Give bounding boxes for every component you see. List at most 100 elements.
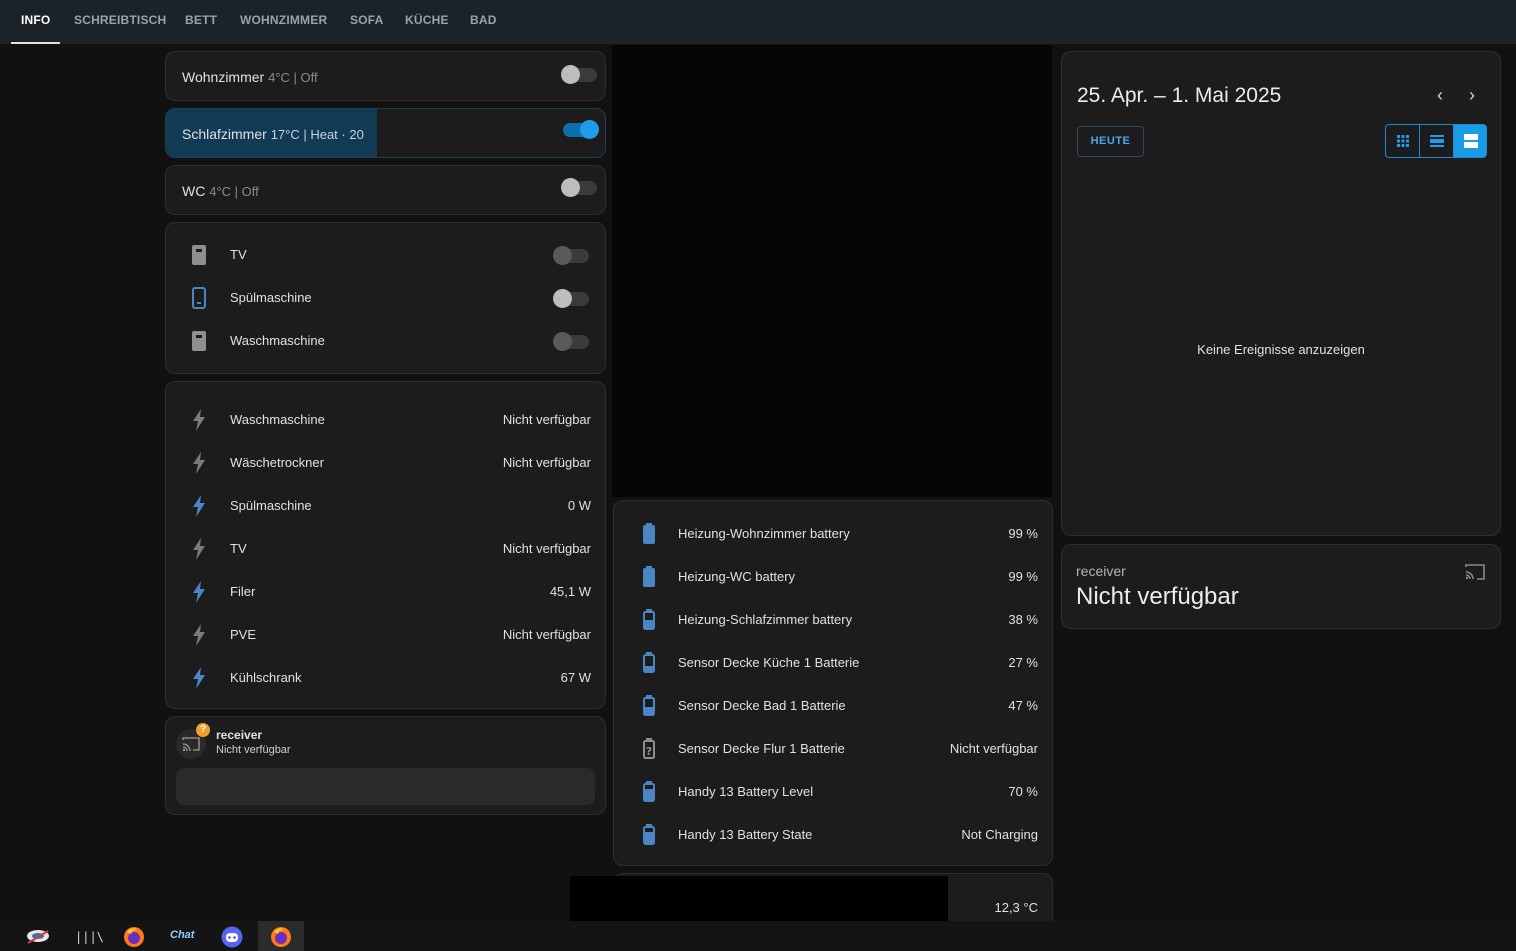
calendar-title: 25. Apr. – 1. Mai 2025 bbox=[1077, 84, 1282, 107]
battery-value: 70 % bbox=[1008, 784, 1038, 799]
media-state: Nicht verfügbar bbox=[216, 744, 291, 756]
tab-wohnzimmer[interactable]: WOHNZIMMER bbox=[240, 0, 327, 44]
battery-low-icon bbox=[643, 652, 655, 673]
bolt-icon bbox=[193, 624, 205, 646]
bolt-icon bbox=[193, 452, 205, 474]
switch-toggle-tv[interactable] bbox=[553, 246, 589, 265]
switch-label: TV bbox=[230, 247, 247, 262]
power-value: Nicht verfügbar bbox=[502, 541, 591, 556]
tab-info[interactable]: INFO bbox=[10, 0, 62, 44]
media-entity-state: Nicht verfügbar bbox=[1076, 583, 1239, 610]
view-day-button[interactable] bbox=[1454, 125, 1486, 157]
bolt-icon bbox=[193, 409, 205, 431]
day-view-icon bbox=[1464, 134, 1478, 148]
app-icon[interactable] bbox=[15, 921, 61, 951]
power-value: Nicht verfügbar bbox=[502, 627, 591, 642]
calendar-card: 25. Apr. – 1. Mai 2025 ‹ › HEUTE Keine E… bbox=[1061, 51, 1501, 536]
battery-label: Sensor Decke Flur 1 Batterie bbox=[678, 741, 845, 756]
battery-label: Handy 13 Battery State bbox=[678, 827, 813, 842]
battery-value: 38 % bbox=[1008, 612, 1038, 627]
battery-medium-icon bbox=[643, 781, 655, 802]
svg-text:?: ? bbox=[646, 745, 652, 758]
warning-badge: ? bbox=[196, 723, 210, 737]
climate-tile-schlafzimmer[interactable]: Schlafzimmer 17°C | Heat · 20 bbox=[165, 108, 606, 158]
climate-tile-wc[interactable]: WC 4°C | Off bbox=[165, 165, 606, 215]
firefox-icon[interactable] bbox=[111, 921, 157, 951]
bolt-icon bbox=[193, 581, 205, 603]
switch-toggle-spuelmaschine[interactable] bbox=[553, 289, 589, 308]
battery-label: Handy 13 Battery Level bbox=[678, 784, 814, 799]
power-label: Kühlschrank bbox=[230, 670, 302, 685]
discord-icon[interactable] bbox=[209, 921, 255, 951]
view-toggle-group bbox=[1385, 124, 1487, 158]
power-label: Waschmaschine bbox=[230, 412, 325, 427]
top-navigation: INFO SCHREIBTISCH BETT WOHNZIMMER SOFA K… bbox=[0, 0, 1516, 44]
climate-name: Wohnzimmer bbox=[182, 69, 265, 85]
bolt-icon bbox=[193, 538, 205, 560]
power-value: 67 W bbox=[560, 670, 591, 685]
battery-label: Heizung-WC battery bbox=[678, 569, 796, 584]
power-label: TV bbox=[230, 541, 247, 556]
bolt-icon bbox=[193, 495, 205, 517]
battery-label: Heizung-Wohnzimmer battery bbox=[678, 526, 850, 541]
climate-toggle[interactable] bbox=[561, 65, 597, 84]
power-value: 0 W bbox=[567, 498, 591, 513]
today-button[interactable]: HEUTE bbox=[1077, 126, 1144, 157]
battery-value: 27 % bbox=[1008, 655, 1038, 670]
media-name: receiver bbox=[216, 728, 263, 742]
power-label: Filer bbox=[230, 584, 256, 599]
media-player-card[interactable]: ? receiver Nicht verfügbar bbox=[165, 716, 606, 815]
firefox-icon[interactable] bbox=[258, 921, 304, 951]
battery-full-icon bbox=[643, 523, 655, 544]
library-icon[interactable]: |||\ bbox=[63, 921, 109, 951]
climate-state: 4°C | Off bbox=[209, 184, 259, 199]
battery-value: 99 % bbox=[1008, 526, 1038, 541]
battery-medium-icon bbox=[643, 824, 655, 845]
media-progress-area[interactable] bbox=[176, 768, 595, 805]
battery-label: Sensor Decke Bad 1 Batterie bbox=[678, 698, 846, 713]
empty-calendar-message: Keine Ereignisse anzuzeigen bbox=[1197, 342, 1365, 357]
view-month-button[interactable] bbox=[1386, 125, 1420, 157]
climate-tile-wohnzimmer[interactable]: Wohnzimmer 4°C | Off bbox=[165, 51, 606, 101]
battery-medium-icon bbox=[643, 609, 655, 630]
power-label: Wäschetrockner bbox=[230, 455, 324, 470]
power-value: Nicht verfügbar bbox=[502, 455, 591, 470]
bolt-icon bbox=[193, 667, 205, 689]
cast-icon bbox=[1465, 564, 1485, 580]
climate-toggle[interactable] bbox=[561, 178, 597, 197]
socket-icon bbox=[192, 245, 206, 265]
battery-unknown-icon: ? bbox=[643, 738, 655, 759]
socket-icon bbox=[192, 287, 206, 309]
switch-label: Spülmaschine bbox=[230, 290, 312, 305]
battery-label: Heizung-Schlafzimmer battery bbox=[678, 612, 853, 627]
battery-label: Sensor Decke Küche 1 Batterie bbox=[678, 655, 860, 670]
battery-value: Nicht verfügbar bbox=[949, 741, 1038, 756]
climate-name: Schlafzimmer bbox=[182, 126, 267, 142]
tab-kueche[interactable]: KÜCHE bbox=[405, 0, 449, 44]
media-entity-card[interactable]: receiver Nicht verfügbar bbox=[1061, 544, 1501, 629]
week-view-icon bbox=[1430, 135, 1444, 147]
view-week-button[interactable] bbox=[1420, 125, 1454, 157]
power-value: Nicht verfügbar bbox=[502, 412, 591, 427]
tab-bad[interactable]: BAD bbox=[470, 0, 497, 44]
chevron-right-icon[interactable]: › bbox=[1462, 86, 1482, 106]
switch-label: Waschmaschine bbox=[230, 333, 325, 348]
socket-icon bbox=[192, 331, 206, 351]
switch-toggle-waschmaschine[interactable] bbox=[553, 332, 589, 351]
tab-bett[interactable]: BETT bbox=[185, 0, 217, 44]
tab-schreibtisch[interactable]: SCHREIBTISCH bbox=[74, 0, 166, 44]
power-card: Waschmaschine Nicht verfügbar Wäschetroc… bbox=[165, 381, 606, 709]
tab-sofa[interactable]: SOFA bbox=[350, 0, 383, 44]
battery-full-icon bbox=[643, 566, 655, 587]
battery-value: 99 % bbox=[1008, 569, 1038, 584]
taskbar: |||\ Chat bbox=[0, 921, 1516, 951]
chat-icon[interactable]: Chat bbox=[160, 921, 206, 951]
power-label: PVE bbox=[230, 627, 257, 642]
power-label: Spülmaschine bbox=[230, 498, 312, 513]
chevron-left-icon[interactable]: ‹ bbox=[1430, 86, 1450, 106]
power-value: 45,1 W bbox=[549, 584, 591, 599]
battery-value: Not Charging bbox=[961, 827, 1038, 842]
temperature-value: 12,3 °C bbox=[994, 900, 1038, 915]
grid-icon bbox=[1397, 135, 1409, 147]
climate-toggle[interactable] bbox=[563, 120, 599, 139]
